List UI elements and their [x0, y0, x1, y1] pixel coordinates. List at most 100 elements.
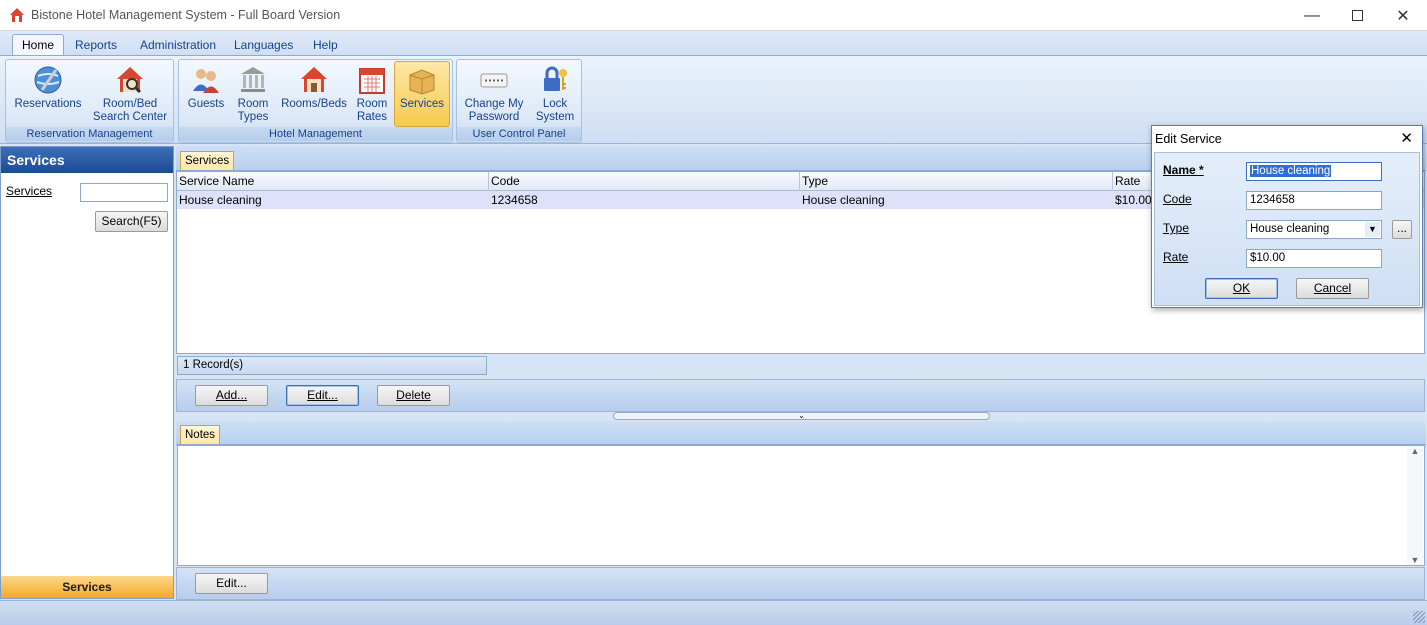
tab-administration[interactable]: Administration	[131, 35, 225, 57]
room-search-icon	[117, 67, 143, 94]
room-rates-calendar-icon	[359, 68, 385, 94]
types-label: Types	[237, 111, 269, 123]
rate-input[interactable]: $10.00	[1246, 249, 1382, 268]
scroll-up-icon: ▲	[1410, 446, 1420, 456]
cancel-button-label: Cancel	[1313, 281, 1352, 295]
guests-button[interactable]: Guests	[184, 62, 228, 126]
system-label: System	[535, 111, 575, 123]
dialog-close-button[interactable]: ✕	[1400, 126, 1413, 152]
password-label: Password	[468, 111, 520, 123]
services-search-label: Services	[6, 184, 52, 198]
close-window-button[interactable]: ✕	[1380, 0, 1426, 31]
group-label-reservation-management: Reservation Management	[6, 127, 173, 141]
maximize-icon	[1351, 10, 1363, 21]
services-box-icon	[409, 69, 435, 95]
code-label: Code	[1163, 192, 1192, 206]
tab-help[interactable]: Help	[304, 35, 347, 57]
room-rates-label2: Rates	[356, 111, 388, 123]
column-type[interactable]: Type	[800, 172, 1113, 191]
services-search-input[interactable]	[80, 183, 168, 202]
services-button[interactable]: Services	[394, 61, 450, 127]
code-label-text: Code	[1163, 192, 1192, 206]
room-types-icon	[241, 67, 265, 92]
delete-button-label: Delete	[396, 388, 431, 402]
room-rates-label1: Room	[356, 98, 388, 110]
name-label: Name *	[1163, 163, 1204, 177]
close-icon: ✕	[1396, 7, 1410, 25]
ok-button-label: OK	[1232, 281, 1251, 295]
rooms-beds-icon	[301, 67, 327, 92]
dialog-body: Name * House cleaning Code 1234658 Type …	[1154, 152, 1420, 306]
cell-service-name: House cleaning	[179, 193, 262, 207]
lock-label: Lock	[542, 98, 568, 110]
ribbon-group-reservation-management: Reservations Room/Bed Search Center Rese…	[5, 59, 174, 143]
type-select[interactable]: House cleaning ▼	[1246, 220, 1382, 239]
add-button-label: Add...	[215, 388, 248, 402]
cell-type: House cleaning	[802, 193, 885, 207]
tab-home[interactable]: Home	[12, 34, 65, 57]
cell-rate: $10.00	[1115, 193, 1152, 207]
type-label-text: Type	[1163, 221, 1190, 235]
reservations-button[interactable]: Reservations	[10, 62, 86, 126]
notes-tab-strip: Notes	[176, 421, 1426, 445]
change-my-label: Change My	[464, 98, 524, 110]
room-bed-label: Room/Bed	[102, 98, 158, 110]
ribbon-group-user-control-panel: Change My Password Lock System User Cont…	[456, 59, 582, 143]
minimize-icon: —	[1304, 6, 1320, 24]
reservations-label: Reservations	[14, 98, 82, 110]
close-icon: ✕	[1400, 130, 1413, 147]
grid-action-bar: Add... Edit... Delete	[176, 379, 1425, 412]
column-code[interactable]: Code	[489, 172, 800, 191]
notes-textarea[interactable]: ▲ ▼	[177, 445, 1425, 566]
ok-button[interactable]: OK	[1205, 278, 1278, 299]
type-browse-button[interactable]: ...	[1392, 220, 1412, 239]
tab-services[interactable]: Services	[180, 151, 235, 170]
rooms-beds-button[interactable]: Rooms/Beds	[279, 62, 349, 126]
add-button[interactable]: Add...	[195, 385, 268, 406]
lock-system-button[interactable]: Lock System	[533, 62, 577, 126]
room-types-button[interactable]: Room Types	[232, 62, 274, 126]
chevron-down-icon[interactable]: ▼	[1365, 222, 1380, 237]
change-password-icon	[480, 73, 508, 88]
rate-label-text: Rate	[1163, 250, 1189, 264]
change-my-password-button[interactable]: Change My Password	[461, 62, 527, 126]
cancel-button[interactable]: Cancel	[1296, 278, 1369, 299]
type-label: Type	[1163, 221, 1189, 235]
search-button[interactable]: Search(F5)	[95, 211, 168, 232]
code-input[interactable]: 1234658	[1246, 191, 1382, 210]
group-label-hotel-management: Hotel Management	[179, 127, 452, 141]
column-service-name[interactable]: Service Name	[177, 172, 489, 191]
minimize-button[interactable]: —	[1289, 0, 1335, 31]
edit-service-dialog: Edit Service ✕ Name * House cleaning Cod…	[1151, 125, 1423, 308]
chevron-down-icon: ⌄	[798, 411, 805, 420]
ribbon-tab-bar: Home Reports Administration Languages He…	[0, 31, 1427, 57]
guests-icon	[193, 69, 219, 93]
edit-button[interactable]: Edit...	[286, 385, 359, 406]
notes-action-bar: Edit...	[176, 567, 1425, 600]
scroll-down-icon: ▼	[1410, 555, 1420, 565]
tab-languages[interactable]: Languages	[225, 35, 302, 57]
cell-code: 1234658	[491, 193, 538, 207]
rate-label: Rate	[1163, 250, 1188, 264]
tab-reports[interactable]: Reports	[66, 35, 126, 57]
maximize-button[interactable]	[1334, 0, 1380, 31]
name-input[interactable]: House cleaning	[1246, 162, 1382, 181]
left-panel-title: Services	[1, 147, 173, 173]
left-panel-footer-services[interactable]: Services	[1, 576, 173, 598]
notes-scrollbar[interactable]: ▲ ▼	[1407, 446, 1423, 565]
services-search-label-text: Services	[6, 184, 53, 198]
room-rates-button[interactable]: Room Rates	[353, 62, 391, 126]
lock-system-icon	[544, 66, 567, 91]
title-bar: Bistone Hotel Management System - Full B…	[0, 0, 1427, 31]
name-label-text: Name *	[1163, 163, 1204, 177]
name-input-value: House cleaning	[1250, 165, 1332, 177]
ribbon-group-hotel-management: Guests Room Types Rooms/Beds Room Rates …	[178, 59, 453, 143]
search-center-label: Search Center	[92, 111, 168, 123]
room-bed-search-center-button[interactable]: Room/Bed Search Center	[92, 62, 168, 126]
delete-button[interactable]: Delete	[377, 385, 450, 406]
resize-grip-icon[interactable]	[1413, 611, 1425, 623]
tab-notes[interactable]: Notes	[180, 425, 221, 444]
panel-splitter[interactable]: ⌄	[613, 412, 990, 420]
notes-edit-button[interactable]: Edit...	[195, 573, 268, 594]
reservations-globe-icon	[34, 66, 62, 94]
